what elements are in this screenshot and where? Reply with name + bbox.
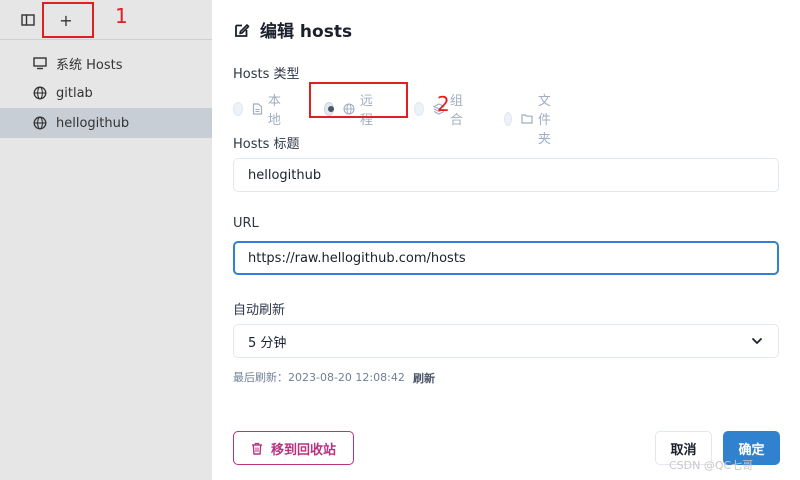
file-icon — [252, 103, 262, 115]
edit-icon — [235, 23, 250, 37]
radio-label: 文件夹 — [537, 94, 551, 147]
globe-icon — [33, 116, 47, 130]
annotation-label-2: 2 — [437, 92, 450, 116]
annotation-box-2 — [309, 82, 408, 118]
move-to-trash-label: 移到回收站 — [270, 442, 336, 458]
radio-label: 组合 — [449, 94, 463, 128]
last-refresh-text: 最后刷新：2023-08-20 12:08:42 — [233, 371, 405, 384]
sidebar-layout-icon — [21, 14, 35, 26]
sidebar-item-label: gitlab — [56, 85, 93, 101]
hosts-title-label: Hosts 标题 — [233, 137, 300, 152]
toggle-sidebar-button[interactable] — [16, 8, 40, 32]
folder-icon — [521, 114, 533, 124]
url-label: URL — [233, 216, 259, 231]
modal-title: 编辑 hosts — [234, 17, 352, 42]
radio-label: 本地 — [267, 94, 281, 128]
csdn-watermark: CSDN @QC七哥 — [669, 459, 754, 472]
globe-icon — [33, 86, 47, 100]
monitor-icon — [33, 57, 47, 70]
sidebar-item-label: 系统 Hosts — [56, 57, 123, 73]
move-to-trash-button[interactable]: 移到回收站 — [233, 431, 354, 465]
auto-refresh-select[interactable]: 5 分钟 — [233, 324, 779, 358]
confirm-label: 确定 — [738, 442, 765, 458]
url-value: https://raw.hellogithub.com/hosts — [248, 250, 466, 266]
refresh-now-link[interactable]: 刷新 — [413, 370, 435, 386]
hosts-type-label: Hosts 类型 — [233, 67, 300, 82]
modal-title-text: 编辑 hosts — [260, 22, 353, 42]
edit-hosts-modal: 编辑 hosts Hosts 类型 本地 远程 组合 文件夹 2 Hosts 标… — [212, 0, 800, 480]
sidebar-item-hellogithub[interactable]: hellogithub — [0, 108, 212, 138]
cancel-label: 取消 — [670, 442, 697, 458]
chevron-down-icon — [752, 338, 762, 344]
radio-dot — [414, 102, 424, 116]
sidebar-item-system-hosts[interactable]: 系统 Hosts — [0, 48, 212, 78]
hosts-title-value: hellogithub — [248, 167, 322, 183]
radio-dot — [504, 111, 512, 126]
auto-refresh-label: 自动刷新 — [233, 303, 286, 318]
sidebar-toolbar: + — [0, 0, 212, 40]
sidebar-item-gitlab[interactable]: gitlab — [0, 78, 212, 108]
hosts-list: 系统 Hosts gitlab hellogithub — [0, 48, 212, 138]
trash-icon — [251, 442, 262, 455]
auto-refresh-value: 5 分钟 — [248, 335, 287, 351]
radio-folder[interactable]: 文件夹 — [504, 90, 557, 147]
hosts-title-input[interactable]: hellogithub — [233, 158, 779, 192]
sidebar-item-label: hellogithub — [56, 115, 130, 131]
url-input[interactable]: https://raw.hellogithub.com/hosts — [233, 241, 779, 275]
radio-local[interactable]: 本地 — [233, 90, 285, 128]
sidebar: + 1 系统 Hosts gitlab hellogithub — [0, 0, 212, 480]
radio-dot — [233, 102, 243, 116]
annotation-box-1 — [42, 2, 94, 38]
annotation-label-1: 1 — [115, 4, 128, 28]
